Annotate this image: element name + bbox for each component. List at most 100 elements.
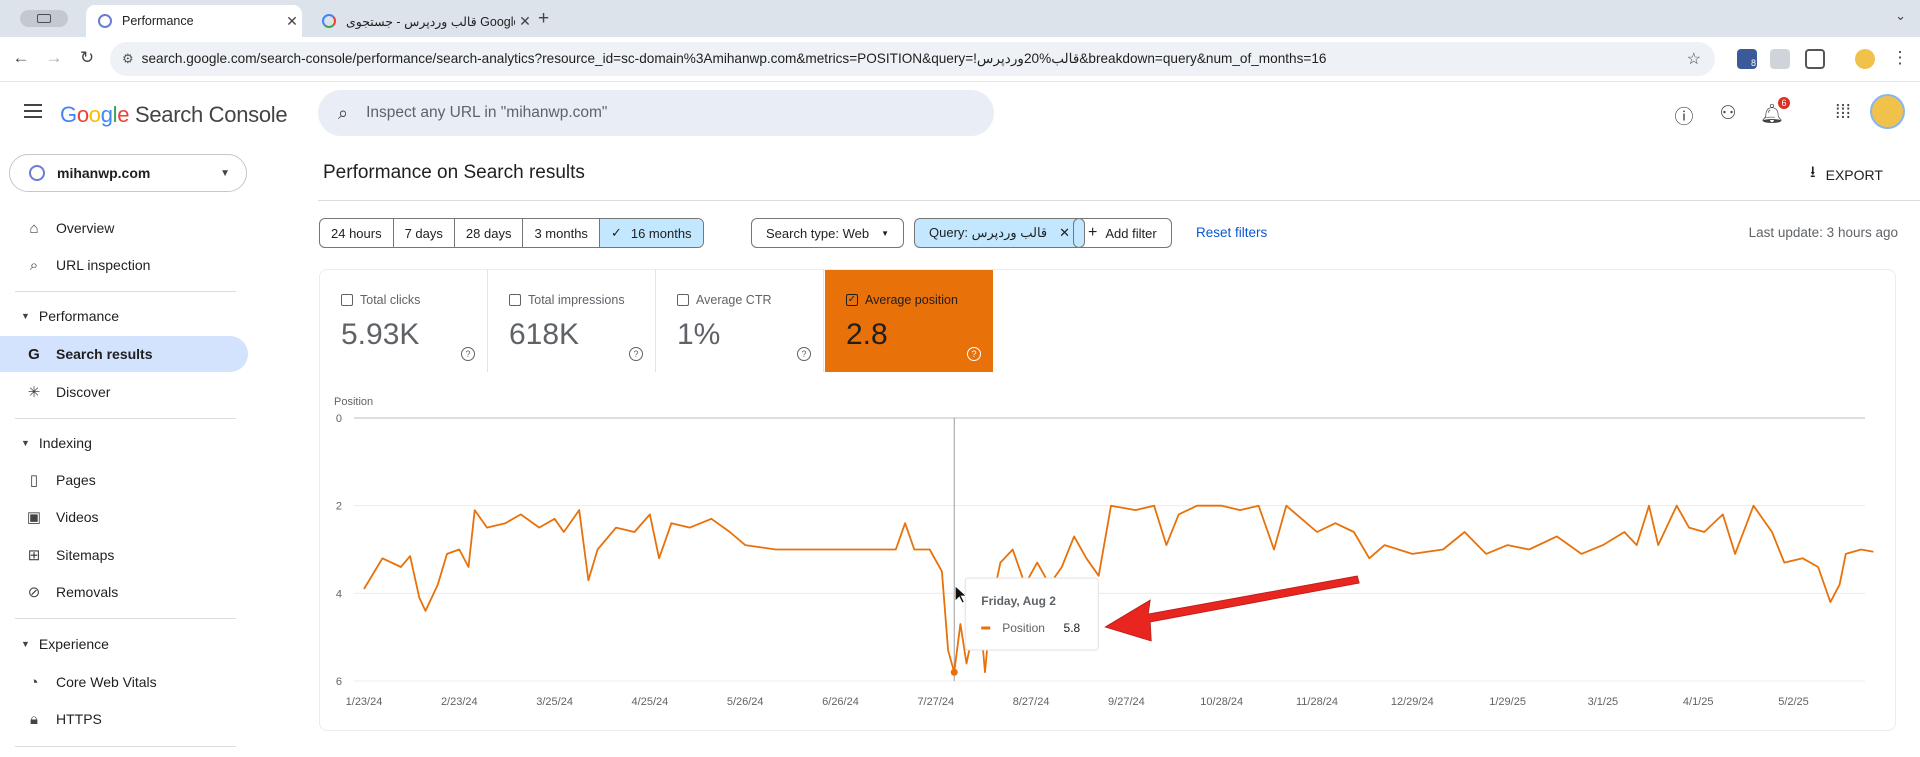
y-axis-label: Position	[334, 396, 373, 408]
reset-filters-link[interactable]: Reset filters	[1196, 225, 1267, 240]
sidebar-item-url-inspection[interactable]: ⌕ URL inspection	[0, 247, 248, 283]
help-question-icon[interactable]: ?	[461, 347, 475, 361]
sidebar-section-label: Experience	[38, 636, 109, 652]
metric-value: 2.8	[846, 318, 888, 351]
profile-avatar-icon[interactable]	[1855, 49, 1875, 69]
add-filter-button[interactable]: + Add filter	[1073, 218, 1172, 248]
tooltip-box	[964, 577, 1099, 651]
forward-arrow-icon[interactable]: →	[43, 48, 65, 68]
google-favicon-icon	[322, 14, 336, 28]
range-3-months[interactable]: 3 months	[523, 219, 600, 247]
browser-tab-google-search[interactable]: قالب وردپرس - جستجوی Google ✕	[310, 5, 535, 37]
export-label: EXPORT	[1825, 166, 1883, 183]
url-inspection-search-bar[interactable]: ⌕ Inspect any URL in "mihanwp.com"	[318, 90, 994, 136]
search-console-logo[interactable]: Google Search Console	[60, 102, 288, 128]
x-tick-label: 11/28/24	[1296, 696, 1338, 708]
y-tick-label: 4	[336, 588, 342, 600]
manage-users-icon[interactable]: ⚇	[1716, 102, 1740, 125]
annotation-arrow	[1104, 575, 1360, 642]
sidebar-item-sitemaps[interactable]: ⊞ Sitemaps	[0, 537, 248, 573]
y-tick-label: 0	[336, 413, 342, 425]
bookmark-star-icon[interactable]: ☆	[1687, 49, 1701, 69]
remove-filter-close-icon[interactable]: ✕	[1059, 225, 1070, 241]
metric-average-position[interactable]: ✓ Average position 2.8 ?	[825, 270, 993, 372]
metric-label-row: ✓ Average position	[846, 293, 958, 307]
export-button[interactable]: ⭳ EXPORT	[1810, 161, 1883, 188]
sidebar-section-indexing[interactable]: ▼ Indexing	[0, 429, 92, 457]
checkbox-icon[interactable]	[341, 294, 353, 306]
help-question-icon[interactable]: ?	[967, 347, 981, 361]
google-wordmark: Google	[60, 102, 135, 127]
hamburger-menu-icon[interactable]	[24, 104, 42, 118]
sidebar-divider	[15, 746, 236, 747]
tab-search-button[interactable]	[20, 10, 68, 27]
sidebar-item-overview[interactable]: ⌂ Overview	[0, 210, 248, 246]
sidebar-item-removals[interactable]: ⊘ Removals	[0, 574, 248, 610]
url-text: search.google.com/search-console/perform…	[141, 51, 1327, 66]
logo-letter: o	[88, 102, 101, 127]
collapse-triangle-icon: ▼	[21, 438, 30, 448]
query-filter-chip[interactable]: Query: قالب وردپرس ✕	[914, 218, 1086, 248]
sidebar-item-videos[interactable]: ▣ Videos	[0, 499, 248, 535]
extension-badge-icon[interactable]: 8	[1737, 49, 1757, 69]
sidebar-item-search-results[interactable]: G Search results	[0, 336, 248, 372]
sidebar-item-https[interactable]: 🔒︎ HTTPS	[0, 701, 248, 737]
metric-label: Total impressions	[528, 293, 625, 307]
account-avatar[interactable]	[1870, 94, 1905, 129]
browser-menu-icon[interactable]: ⋮	[1889, 48, 1911, 68]
checkbox-icon[interactable]	[677, 294, 689, 306]
new-tab-plus-icon[interactable]: +	[538, 8, 549, 30]
y-tick-label: 6	[336, 676, 342, 688]
extension-icon[interactable]	[1770, 49, 1790, 69]
back-arrow-icon[interactable]: ←	[10, 48, 32, 68]
range-24-hours[interactable]: 24 hours	[320, 219, 394, 247]
metric-total-impressions[interactable]: Total impressions 618K ?	[488, 270, 656, 372]
metric-label: Average CTR	[696, 293, 772, 307]
x-tick-label: 7/27/24	[917, 696, 954, 708]
sidebar-item-discover[interactable]: ✳ Discover	[0, 374, 248, 410]
checkbox-checked-icon[interactable]: ✓	[846, 294, 858, 306]
header-divider	[318, 200, 1920, 201]
logo-letter: e	[117, 102, 130, 127]
sidebar-item-label: Search results	[56, 346, 153, 362]
lock-icon: 🔒︎	[30, 710, 38, 728]
sidebar-item-label: Removals	[56, 584, 119, 600]
x-tick-label: 1/23/24	[346, 696, 383, 708]
browser-tab-performance[interactable]: Performance ✕	[86, 5, 302, 37]
tab-list-chevron-icon[interactable]: ⌄	[1895, 8, 1906, 24]
help-icon[interactable]: ⓘ	[1672, 102, 1696, 129]
sidebar-navigation: mihanwp.com ▼ ⌂ Overview ⌕ URL inspection …	[0, 146, 258, 757]
reload-icon[interactable]: ↻	[76, 48, 98, 68]
browser-toolbar: ← → ↻ ⚙ search.google.com/search-console…	[0, 37, 1920, 82]
sidebar-item-core-web-vitals[interactable]: ◔ Core Web Vitals	[0, 664, 248, 700]
metric-average-ctr[interactable]: Average CTR 1% ?	[656, 270, 824, 372]
collapse-triangle-icon: ▼	[21, 639, 30, 649]
close-tab-icon[interactable]: ✕	[515, 13, 535, 30]
range-28-days[interactable]: 28 days	[455, 219, 524, 247]
search-type-filter[interactable]: Search type: Web ▼	[751, 218, 905, 248]
sidebar-section-experience[interactable]: ▼ Experience	[0, 630, 109, 658]
range-label: 16 months	[630, 225, 692, 241]
apps-grid-icon[interactable]: ⁞⁞⁞	[1831, 102, 1855, 124]
tooltip-series-name: Position	[1002, 621, 1045, 635]
close-tab-icon[interactable]: ✕	[282, 13, 302, 30]
search-type-label: Search type: Web	[766, 225, 870, 241]
sidebar-item-pages[interactable]: ▯ Pages	[0, 462, 248, 498]
range-16-months[interactable]: ✓ 16 months	[599, 219, 703, 247]
metric-value: 1%	[677, 318, 721, 351]
sidebar-item-label: Overview	[56, 220, 115, 236]
sidebar-section-performance[interactable]: ▼ Performance	[0, 302, 119, 330]
help-question-icon[interactable]: ?	[629, 347, 643, 361]
puzzle-extensions-icon[interactable]	[1805, 49, 1825, 69]
metric-total-clicks[interactable]: Total clicks 5.93K ?	[320, 270, 488, 372]
gauge-icon: ◔	[29, 673, 39, 691]
property-selector[interactable]: mihanwp.com ▼	[9, 154, 247, 192]
sidebar-item-label: Sitemaps	[56, 547, 115, 563]
sidebar-item-label: Videos	[56, 509, 99, 525]
address-bar[interactable]: ⚙ search.google.com/search-console/perfo…	[110, 42, 1715, 76]
site-info-icon[interactable]: ⚙	[122, 51, 134, 67]
help-question-icon[interactable]: ?	[797, 347, 811, 361]
checkbox-icon[interactable]	[509, 294, 521, 306]
eye-off-icon: ⊘	[27, 584, 41, 601]
range-7-days[interactable]: 7 days	[394, 219, 455, 247]
